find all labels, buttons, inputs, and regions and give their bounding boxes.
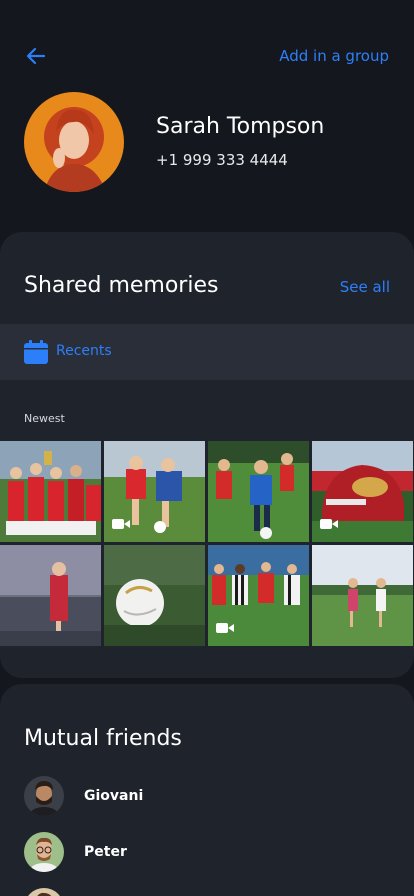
video-icon	[320, 519, 338, 529]
mutual-friends-title: Mutual friends	[24, 726, 182, 751]
memory-tile[interactable]	[104, 545, 205, 646]
mutual-friends-card: Mutual friends Giovani Peter	[0, 684, 414, 896]
shared-memories-title: Shared memories	[24, 273, 219, 298]
contact-phone: +1 999 333 4444	[156, 151, 288, 169]
calendar-icon	[24, 340, 48, 364]
memory-tile[interactable]	[312, 545, 413, 646]
contact-avatar	[24, 92, 124, 192]
video-icon	[216, 623, 234, 633]
friend-item-partial[interactable]	[24, 888, 390, 896]
memory-tile[interactable]	[208, 441, 309, 542]
friend-item-peter[interactable]: Peter	[24, 832, 390, 872]
friend-item-giovani[interactable]: Giovani	[24, 776, 390, 816]
recents-filter[interactable]: Recents	[0, 324, 414, 380]
avatar	[24, 776, 64, 816]
avatar	[24, 888, 64, 896]
memories-grid	[0, 441, 414, 647]
add-in-group-button[interactable]: Add in a group	[279, 47, 389, 65]
avatar	[24, 832, 64, 872]
memory-tile[interactable]	[0, 441, 101, 542]
contact-name: Sarah Tompson	[156, 114, 325, 139]
friend-name: Giovani	[84, 788, 144, 804]
shared-memories-card: Shared memories See all Recents Newest	[0, 232, 414, 678]
newest-label: Newest	[24, 412, 65, 425]
memory-tile[interactable]	[312, 441, 413, 542]
recents-label: Recents	[56, 343, 112, 359]
memory-tile[interactable]	[104, 441, 205, 542]
back-arrow-icon[interactable]	[22, 42, 50, 70]
profile-header: Add in a group Sarah Tompson +1 999 333 …	[0, 0, 414, 240]
memory-tile[interactable]	[208, 545, 309, 646]
memory-tile[interactable]	[0, 545, 101, 646]
see-all-button[interactable]: See all	[340, 278, 390, 296]
video-icon	[112, 519, 130, 529]
friend-name: Peter	[84, 844, 127, 860]
